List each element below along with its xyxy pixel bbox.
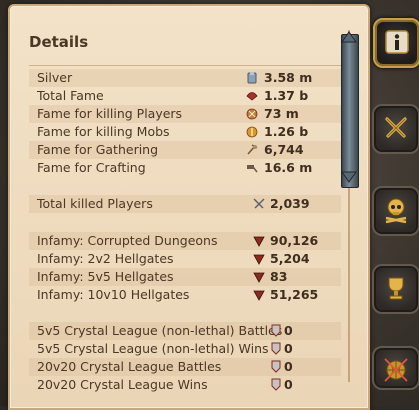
infamy-row-corrupted: Infamy: Corrupted Dungeons 90,126 [29, 232, 341, 250]
scroll-thumb[interactable] [341, 34, 359, 188]
fame-icon [246, 92, 258, 101]
stat-value: 73 m [264, 106, 299, 121]
globe-swords-icon [384, 358, 408, 382]
stat-value: 0 [284, 359, 293, 374]
infamy-icon [253, 290, 265, 301]
stat-row-silver: Silver 3.58 m [29, 69, 341, 87]
stat-row-total-killed: Total killed Players 2,039 [29, 195, 341, 213]
stat-label: Fame for Crafting [37, 160, 146, 175]
stat-label: 20v20 Crystal League Wins [37, 377, 208, 392]
stat-value: 5,204 [270, 251, 310, 266]
stat-label: Total killed Players [37, 196, 153, 211]
stat-value: 0 [284, 377, 293, 392]
stat-value: 83 [270, 269, 288, 284]
tab-details[interactable] [373, 18, 419, 68]
fame-crafting-icon [247, 165, 258, 173]
fame-pvp-icon [246, 108, 258, 120]
title-divider [29, 65, 341, 66]
stat-label: Silver [37, 70, 73, 85]
crystal-league-icon [271, 324, 281, 337]
details-panel: Details Silver 3.58 m Total Fame 1.37 b … [8, 4, 370, 410]
infamy-row-2v2: Infamy: 2v2 Hellgates 5,204 [29, 250, 341, 268]
stat-value: 3.58 m [264, 70, 313, 85]
scroll-up-arrow-icon[interactable] [340, 30, 358, 44]
infamy-row-5v5: Infamy: 5v5 Hellgates 83 [29, 268, 341, 286]
stat-value: 1.37 b [264, 88, 309, 103]
stat-row-fame-crafting: Fame for Crafting 16.6 m [29, 159, 341, 177]
stat-value: 0 [284, 341, 293, 356]
league-row-5v5-wins: 5v5 Crystal League (non-lethal) Wins 0 [29, 340, 341, 358]
scroll-down-arrow-icon[interactable] [340, 170, 358, 184]
stat-row-fame-mobs: Fame for killing Mobs 1.26 b [29, 123, 341, 141]
stat-label: Fame for killing Mobs [37, 124, 170, 139]
crystal-league-icon [271, 378, 281, 391]
panel-title: Details [29, 33, 89, 51]
crystal-league-icon [271, 360, 281, 373]
infamy-icon [253, 254, 265, 265]
stat-label: Infamy: 10v10 Hellgates [37, 287, 190, 302]
tab-pvp[interactable] [372, 186, 419, 236]
silver-coin-icon [247, 72, 257, 84]
stat-label: 5v5 Crystal League (non-lethal) Wins [37, 341, 269, 356]
stat-value: 51,265 [270, 287, 319, 302]
stat-row-fame-gathering: Fame for Gathering 6,744 [29, 141, 341, 159]
stat-label: Fame for killing Players [37, 106, 183, 121]
trophy-icon [388, 277, 404, 300]
tab-combat[interactable] [372, 104, 419, 154]
stat-value: 6,744 [264, 142, 304, 157]
crystal-league-icon [271, 342, 281, 355]
info-icon [385, 30, 409, 54]
stat-row-total-fame: Total Fame 1.37 b [29, 87, 341, 105]
stat-value: 90,126 [270, 233, 319, 248]
tab-achievements[interactable] [372, 264, 419, 314]
stat-label: Infamy: 5v5 Hellgates [37, 269, 174, 284]
stat-value: 1.26 b [264, 124, 309, 139]
crossed-swords-icon [385, 117, 407, 138]
crossed-swords-icon [253, 198, 265, 209]
stat-label: 20v20 Crystal League Battles [37, 359, 222, 374]
tab-guild[interactable] [372, 346, 419, 390]
league-row-20v20-battles: 20v20 Crystal League Battles 0 [29, 358, 341, 376]
stat-label: Infamy: 2v2 Hellgates [37, 251, 174, 266]
skull-crossbones-icon [385, 198, 407, 224]
fame-pve-icon [246, 126, 258, 138]
stat-label: Infamy: Corrupted Dungeons [37, 233, 218, 248]
stat-value: 16.6 m [264, 160, 313, 175]
stat-value: 0 [284, 323, 293, 338]
stat-value: 2,039 [270, 196, 310, 211]
stat-label: Total Fame [37, 88, 104, 103]
league-row-20v20-wins: 20v20 Crystal League Wins 0 [29, 376, 341, 394]
fame-gathering-icon [247, 144, 258, 155]
stat-row-fame-players: Fame for killing Players 73 m [29, 105, 341, 123]
infamy-row-10v10: Infamy: 10v10 Hellgates 51,265 [29, 286, 341, 304]
stat-label: 5v5 Crystal League (non-lethal) Battles [37, 323, 283, 338]
league-row-5v5-battles: 5v5 Crystal League (non-lethal) Battles … [29, 322, 341, 340]
infamy-icon [253, 236, 265, 247]
stat-label: Fame for Gathering [37, 142, 159, 157]
infamy-icon [253, 272, 265, 283]
